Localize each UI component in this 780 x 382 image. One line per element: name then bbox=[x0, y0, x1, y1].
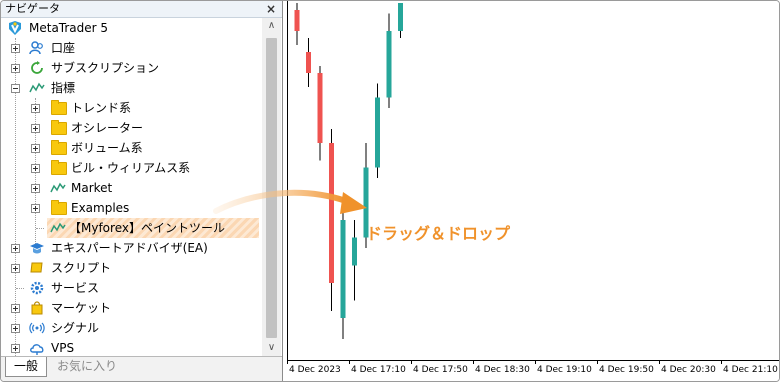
drag-arrow bbox=[213, 189, 367, 214]
app-window: ナビゲータ × MetaTrader 5 口座 サブスクリプション 指標 トレン… bbox=[0, 0, 780, 382]
drag-and-drop-label: ドラッグ＆ドロップ bbox=[366, 224, 511, 243]
